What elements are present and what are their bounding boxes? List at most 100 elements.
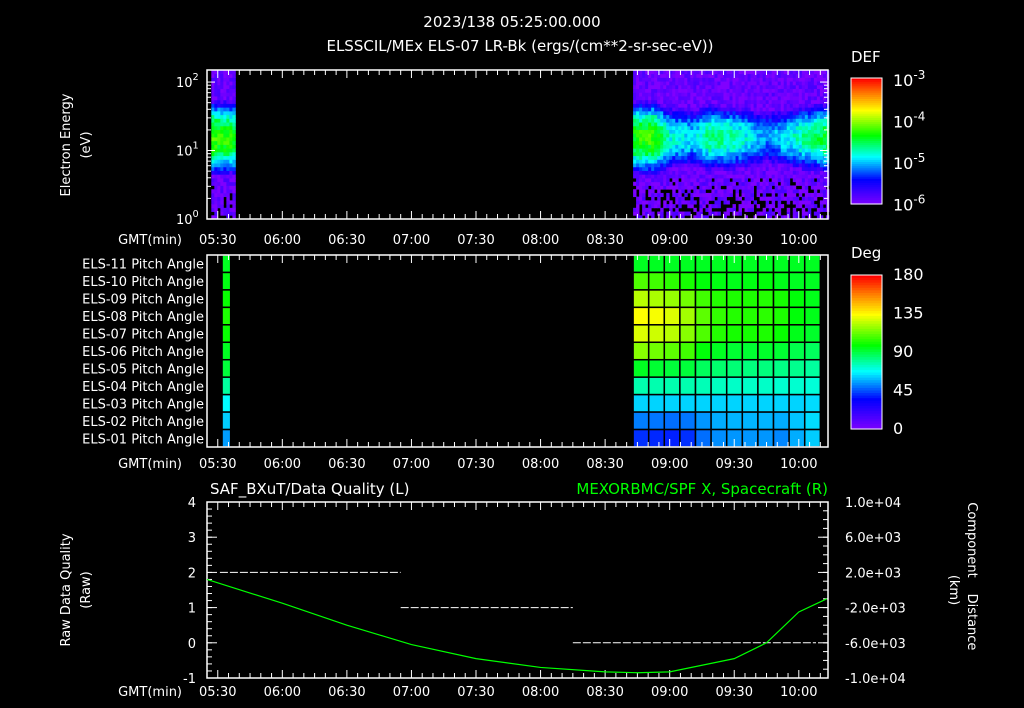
spectrogram-cell (735, 99, 739, 104)
spectrogram-cell (636, 129, 640, 134)
spectrogram-cell (801, 185, 806, 190)
spectrogram-cell (214, 140, 218, 145)
spectrogram-cell (211, 170, 215, 175)
spectrogram-cell (771, 189, 776, 194)
spectrogram-cell (226, 88, 230, 93)
spectrogram-cell (217, 92, 221, 97)
spectrogram-cell (648, 192, 652, 198)
spectrogram-cell (690, 99, 694, 104)
spectrogram-cell (639, 159, 643, 164)
spectrogram-cell (768, 114, 773, 119)
spectrogram-cell (762, 192, 767, 198)
spectrogram-cell (765, 137, 770, 142)
spectrogram-cell (681, 92, 685, 97)
spectrogram-cell (226, 200, 230, 205)
pitch-angle-cell (663, 393, 681, 413)
spectrogram-cell (705, 207, 709, 212)
spectrogram-cell (750, 140, 755, 145)
spectrogram-cell (732, 129, 736, 134)
spectrogram-cell (654, 192, 658, 198)
spectrogram-cell (804, 110, 809, 116)
spectrogram-cell (708, 174, 712, 179)
spectrogram-cell (810, 144, 815, 149)
pitch-angle-cell (803, 358, 822, 378)
pitch-angle-cell (679, 341, 697, 361)
spectrogram-cell (645, 166, 649, 171)
spectrogram-cell (648, 163, 652, 168)
spectrogram-cell (801, 159, 806, 164)
spectrogram-cell (804, 77, 809, 82)
spectrogram-cell (645, 140, 649, 145)
spectrogram-cell (804, 118, 809, 123)
spectrogram-cell (211, 133, 215, 138)
spectrogram-cell (687, 166, 691, 171)
spectrogram-cell (744, 114, 748, 119)
spectrogram-cell (669, 84, 673, 90)
spectrogram-cell (783, 110, 788, 116)
spectrogram-cell (729, 163, 733, 168)
spectrogram-cell (654, 118, 658, 123)
spectrogram-cell (211, 122, 215, 127)
spectrogram-cell (663, 84, 667, 90)
spectrogram-cell (741, 192, 745, 198)
spectrogram-cell (813, 133, 818, 138)
pitch-angle-row-label: ELS-05 Pitch Angle (82, 362, 204, 377)
spectrogram-cell (699, 207, 703, 212)
spectrogram-cell (223, 103, 227, 108)
spectrogram-cell (789, 118, 794, 123)
spectrogram-cell (753, 114, 758, 119)
spectrogram-cell (678, 114, 682, 119)
spectrogram-cell (774, 196, 779, 201)
spectrogram-cell (810, 204, 815, 209)
spectrogram-cell (741, 166, 745, 171)
spectrogram-cell (211, 125, 215, 130)
spectrogram-cell (217, 99, 221, 104)
spectrogram-cell (720, 140, 724, 145)
spectrogram-cell (226, 110, 230, 116)
spectrogram-cell (723, 107, 727, 112)
spectrogram-cell (651, 129, 655, 134)
spectrogram-cell (657, 110, 661, 116)
spectrogram-cell (211, 174, 215, 179)
spectrogram-cell (648, 96, 652, 101)
spectrogram-cell (798, 137, 803, 142)
spectrogram-cell (795, 155, 800, 160)
spectrogram-cell (735, 122, 739, 127)
spectrogram-cell (636, 166, 640, 171)
spectrogram-cell (771, 99, 776, 104)
spectrogram-cell (636, 196, 640, 201)
spectrogram-cell (714, 204, 718, 209)
spectrogram-cell (729, 192, 733, 198)
spectrogram-cell (783, 181, 788, 186)
spectrogram-cell (217, 181, 221, 186)
spectrogram-cell (768, 211, 773, 216)
time-tick-label: 07:00 (393, 457, 430, 472)
spectrogram-cell (741, 200, 745, 205)
spectrogram-cell (651, 133, 655, 138)
spectrogram-cell (651, 81, 655, 86)
spectrogram-cell (678, 166, 682, 171)
spectrogram-cell (822, 178, 827, 183)
spectrogram-cell (798, 148, 803, 153)
spectrogram-cell (654, 148, 658, 153)
spectrogram-cell (786, 133, 791, 138)
spectrogram-cell (702, 125, 706, 130)
spectrogram-cell (792, 151, 797, 157)
spectrogram-cell (699, 88, 703, 93)
spectrogram-cell (762, 211, 767, 216)
spectrogram-cell (789, 73, 794, 78)
spectrogram-cell (714, 163, 718, 168)
spectrogram-cell (642, 81, 646, 86)
pitch-angle-cell (788, 341, 806, 361)
spectrogram-cell (780, 107, 785, 112)
spectrogram-cell (759, 96, 764, 101)
spectrogram-cell (693, 107, 697, 112)
spectrogram-cell (214, 163, 218, 168)
spectrogram-cell (813, 185, 818, 190)
spectrogram-cell (232, 88, 236, 93)
spectrogram-cell (747, 189, 751, 194)
spectrogram-cell (705, 170, 709, 175)
spectrogram-cell (678, 81, 682, 86)
spectrogram-cell (765, 114, 770, 119)
spectrogram-cell (639, 107, 643, 112)
